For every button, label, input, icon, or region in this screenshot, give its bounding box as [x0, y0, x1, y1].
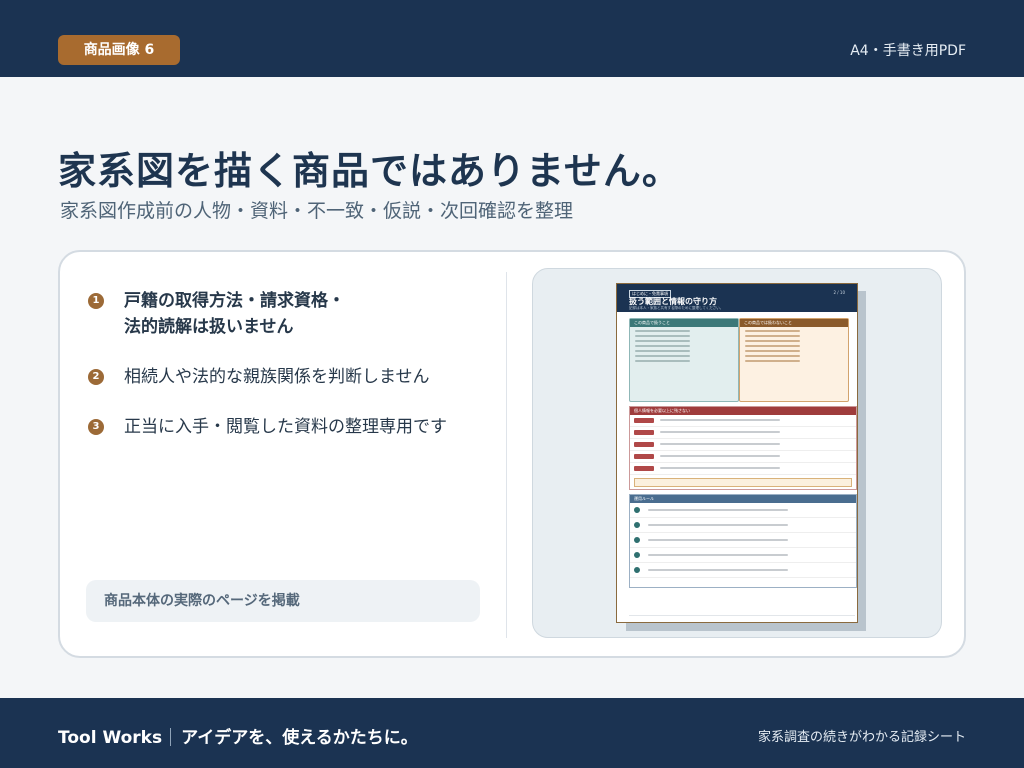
brand-tagline: アイデアを、使えるかたちに。: [181, 728, 418, 748]
preview-right-column: この商品では扱わないこと: [739, 318, 849, 402]
preview-personal-heading: 個人情報を必要以上に残さない: [630, 407, 856, 415]
number-badge: 2: [88, 369, 104, 385]
disclaimer-item-2: 2 相続人や法的な親族関係を判断しません: [88, 364, 488, 390]
disclaimer-text: 法的読解は扱いません: [124, 317, 294, 337]
preview-rules-heading: 運用ルール: [630, 495, 856, 503]
page-preview-frame: はじめに・免責事項 2 / 10 扱う範囲と情報の守り方 記録は本人・家族と共有…: [532, 268, 942, 638]
disclaimer-item-1: 1 戸籍の取得方法・請求資格・ 法的読解は扱いません: [88, 288, 488, 340]
disclaimer-list: 1 戸籍の取得方法・請求資格・ 法的読解は扱いません 2 相続人や法的な親族関係…: [88, 288, 488, 464]
disclaimer-text: 正当に入手・閲覧した資料の整理専用です: [124, 417, 447, 437]
preview-rules-section: 運用ルール: [629, 494, 857, 588]
disclaimer-item-3: 3 正当に入手・閲覧した資料の整理専用です: [88, 414, 488, 440]
brand-name: Tool Works: [58, 728, 163, 748]
product-image-badge: 商品画像 6: [58, 35, 180, 65]
preview-right-heading: この商品では扱わないこと: [740, 319, 848, 327]
page-preview-image: はじめに・免責事項 2 / 10 扱う範囲と情報の守り方 記録は本人・家族と共有…: [616, 283, 858, 623]
page-subtitle: 家系図作成前の人物・資料・不一致・仮説・次回確認を整理: [60, 200, 574, 222]
page-title: 家系図を描く商品ではありません。: [58, 149, 681, 193]
disclaimer-text: 戸籍の取得方法・請求資格・: [124, 291, 345, 311]
footer-product-name: 家系調査の続きがわかる記録シート: [757, 730, 966, 745]
preview-subtitle: 記録は本人・家族と共有する際のために整理してください。: [629, 306, 724, 310]
caption-note: 商品本体の実際のページを掲載: [86, 580, 480, 622]
divider: [506, 272, 507, 638]
number-badge: 1: [88, 293, 104, 309]
brand-separator: [170, 728, 172, 746]
format-label: A4・手書き用PDF: [850, 43, 966, 59]
footer-brand: Tool Works アイデアを、使えるかたちに。: [58, 723, 418, 748]
disclaimer-text: 相続人や法的な親族関係を判断しません: [124, 367, 430, 387]
number-badge: 3: [88, 419, 104, 435]
preview-left-column: この商品で扱うこと: [629, 318, 739, 402]
preview-page-number: 2 / 10: [833, 290, 845, 295]
content-card: 1 戸籍の取得方法・請求資格・ 法的読解は扱いません 2 相続人や法的な親族関係…: [58, 250, 966, 658]
top-bar: 商品画像 6 A4・手書き用PDF: [0, 0, 1024, 77]
preview-personal-section: 個人情報を必要以上に残さない: [629, 406, 857, 490]
preview-header: はじめに・免責事項 2 / 10 扱う範囲と情報の守り方 記録は本人・家族と共有…: [617, 284, 857, 312]
preview-left-heading: この商品で扱うこと: [630, 319, 738, 327]
